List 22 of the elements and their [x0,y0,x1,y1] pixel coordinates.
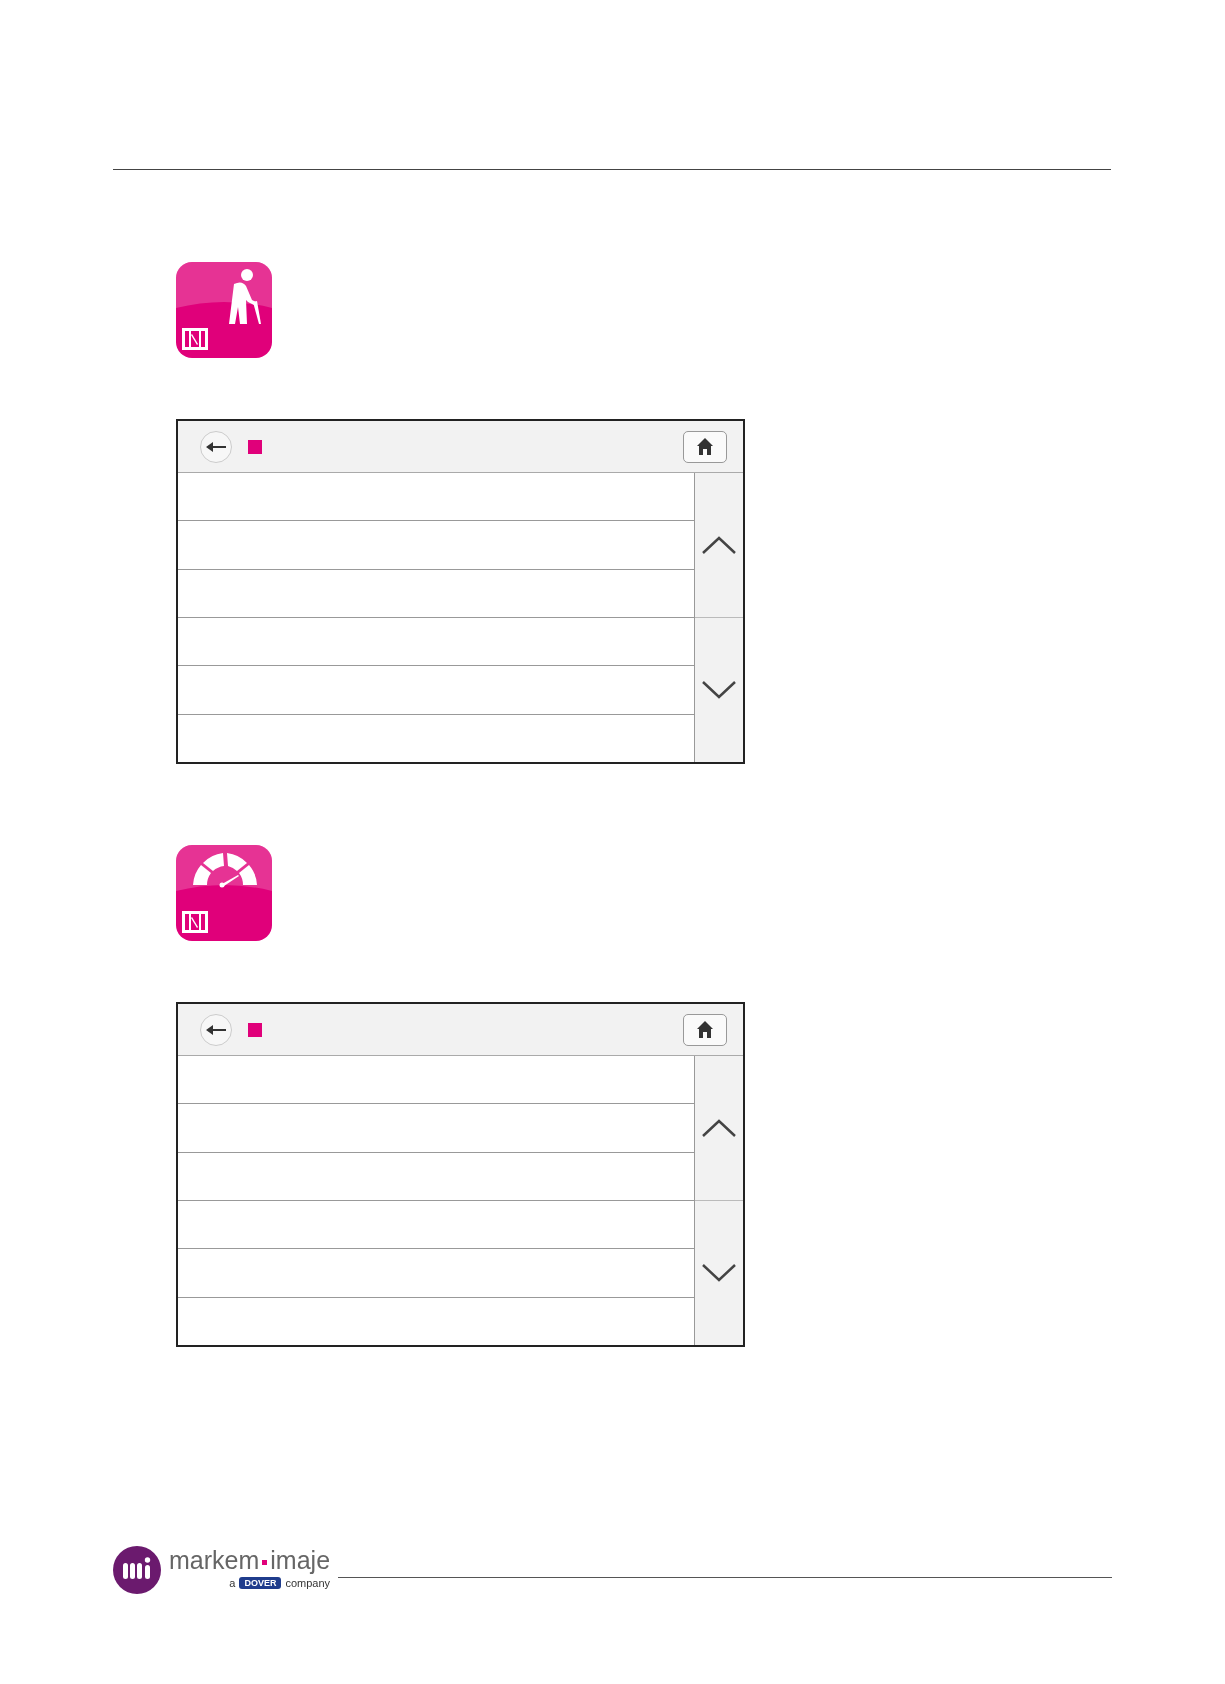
chevron-up-icon [702,1119,736,1137]
back-arrow-icon [205,1023,227,1036]
brand-name: markem [169,1546,260,1574]
status-square [248,439,262,454]
brand-logo-icon [113,1546,161,1594]
back-arrow-icon [205,440,227,453]
chevron-up-icon [702,536,736,554]
back-button[interactable] [200,1013,232,1046]
app-icon [176,262,272,358]
tagline-text: a [229,1577,236,1589]
brand-name: imaje [270,1546,331,1574]
chevron-down-icon [702,1264,736,1282]
home-icon [697,1021,713,1038]
tagline-text: company [285,1577,331,1589]
back-button[interactable] [200,430,232,463]
app-icon [176,845,272,941]
home-button[interactable] [683,430,727,463]
status-square [248,1022,262,1037]
home-icon [697,438,713,455]
chevron-down-icon [702,681,736,699]
home-button[interactable] [683,1013,727,1046]
dover-badge: DOVER [239,1577,282,1589]
